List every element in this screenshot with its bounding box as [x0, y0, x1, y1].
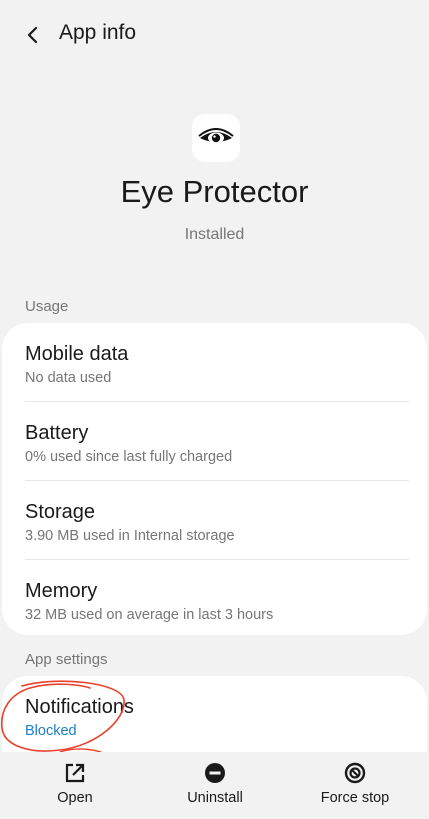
item-subtitle: 0% used since last fully charged — [25, 449, 233, 465]
eye-icon — [198, 128, 234, 144]
item-subtitle: No data used — [25, 370, 112, 386]
item-title: Memory — [25, 580, 98, 602]
item-title: Storage — [25, 501, 96, 523]
memory-item[interactable]: Memory 32 MB used on average in last 3 h… — [25, 559, 409, 638]
force-stop-label: Force stop — [320, 790, 390, 806]
open-label: Open — [57, 790, 93, 806]
uninstall-button[interactable]: Uninstall — [145, 752, 285, 819]
usage-section-label: Usage — [25, 298, 69, 315]
bottom-action-bar: Open Uninstall Force stop — [0, 752, 429, 819]
item-subtitle: 3.90 MB used in Internal storage — [25, 528, 235, 544]
header: App info — [0, 0, 429, 70]
app-settings-section-label: App settings — [25, 651, 108, 668]
open-external-icon — [65, 763, 85, 783]
item-title: Battery — [25, 422, 89, 444]
item-subtitle: Blocked — [25, 723, 77, 739]
usage-card: Mobile data No data used Battery 0% used… — [2, 323, 427, 635]
app-name: Eye Protector — [120, 174, 309, 209]
app-info-screen: App info Eye Protector Installed Usage M… — [0, 0, 429, 819]
item-subtitle: 32 MB used on average in last 3 hours — [25, 607, 274, 623]
page-title: App info — [59, 21, 137, 44]
item-title: Mobile data — [25, 343, 129, 365]
back-button[interactable] — [18, 20, 48, 50]
app-icon — [192, 114, 240, 162]
app-status: Installed — [184, 226, 245, 243]
storage-item[interactable]: Storage 3.90 MB used in Internal storage — [25, 480, 409, 559]
minus-circle-icon — [205, 763, 225, 783]
item-title: Notifications — [25, 696, 134, 718]
stop-circle-icon — [344, 762, 366, 784]
uninstall-label: Uninstall — [187, 790, 243, 806]
force-stop-button[interactable]: Force stop — [285, 752, 425, 819]
notifications-item[interactable]: Notifications Blocked — [25, 676, 409, 754]
battery-item[interactable]: Battery 0% used since last fully charged — [25, 401, 409, 480]
mobile-data-item[interactable]: Mobile data No data used — [25, 323, 409, 401]
chevron-left-icon — [27, 26, 38, 44]
open-button[interactable]: Open — [5, 752, 145, 819]
